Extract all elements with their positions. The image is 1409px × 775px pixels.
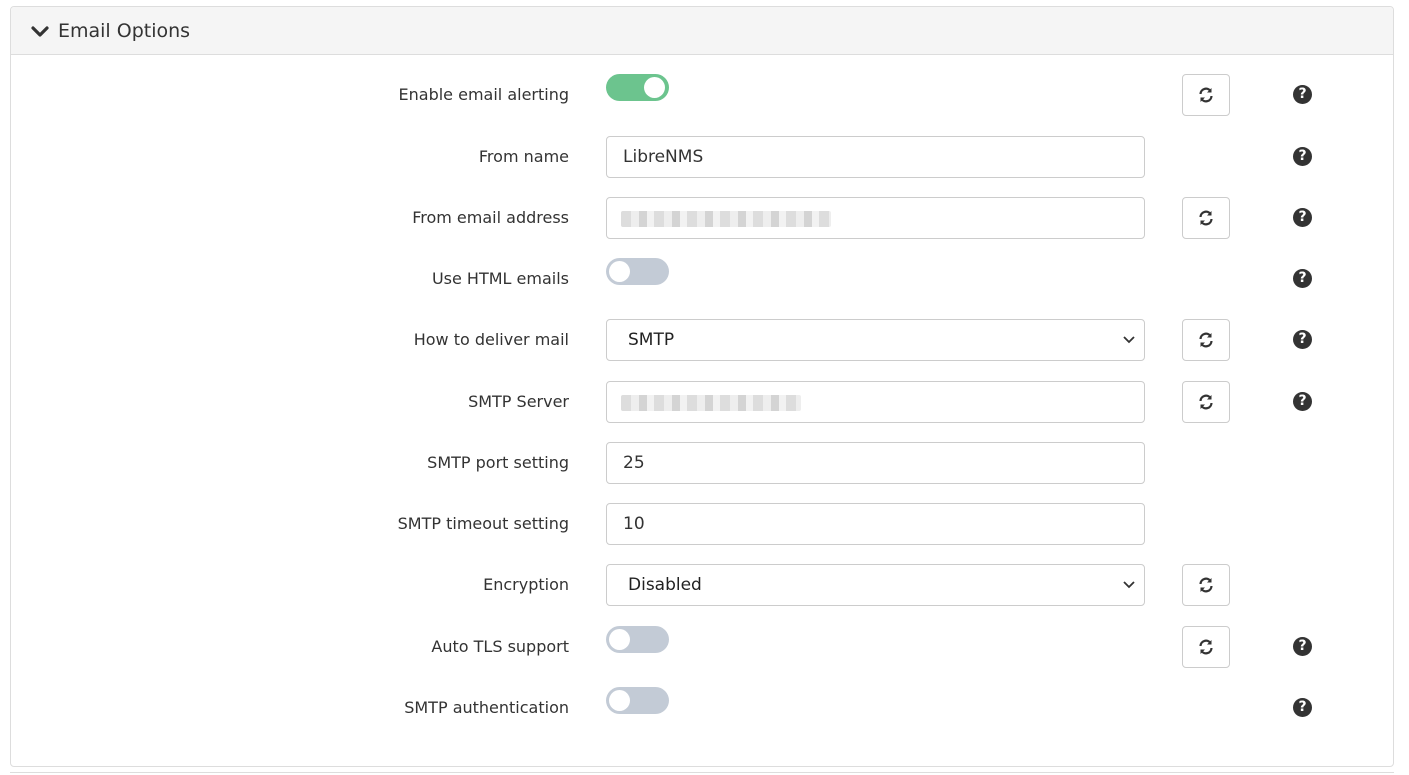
label-smtp-timeout-setting: SMTP timeout setting bbox=[397, 514, 569, 533]
smtp-port-input[interactable]: 25 bbox=[606, 442, 1145, 484]
toggle-knob bbox=[609, 690, 630, 711]
panel-heading[interactable]: Email Options bbox=[11, 7, 1393, 55]
chevron-down-icon[interactable] bbox=[31, 23, 49, 41]
label-smtp-port-setting: SMTP port setting bbox=[427, 453, 569, 472]
use-html-emails-toggle[interactable] bbox=[606, 258, 669, 285]
label-auto-tls-support: Auto TLS support bbox=[431, 637, 569, 656]
refresh-icon bbox=[1199, 639, 1213, 655]
redacted-value bbox=[621, 395, 801, 411]
smtp-server-input[interactable] bbox=[606, 381, 1145, 423]
chevron-down-icon bbox=[1123, 581, 1135, 589]
row-use-html-emails: Use HTML emails ? bbox=[0, 258, 1409, 300]
label-use-html-emails: Use HTML emails bbox=[431, 269, 569, 288]
row-auto-tls-support: Auto TLS support ? bbox=[0, 626, 1409, 668]
label-smtp-authentication: SMTP authentication bbox=[404, 698, 569, 717]
redacted-value bbox=[621, 211, 831, 227]
chevron-down-icon bbox=[1123, 336, 1135, 344]
reset-button[interactable] bbox=[1182, 381, 1230, 423]
label-smtp-server: SMTP Server bbox=[468, 392, 569, 411]
refresh-icon bbox=[1199, 394, 1213, 410]
label-from-email-address: From email address bbox=[412, 208, 569, 227]
question-circle-icon[interactable]: ? bbox=[1293, 147, 1312, 166]
deliver-mail-select[interactable]: SMTP bbox=[606, 319, 1145, 361]
row-from-name: From name LibreNMS ? bbox=[0, 136, 1409, 178]
reset-button[interactable] bbox=[1182, 74, 1230, 116]
toggle-knob bbox=[644, 77, 665, 98]
reset-button[interactable] bbox=[1182, 626, 1230, 668]
question-circle-icon[interactable]: ? bbox=[1293, 392, 1312, 411]
row-how-to-deliver-mail: How to deliver mail SMTP ? bbox=[0, 319, 1409, 361]
label-from-name: From name bbox=[478, 147, 569, 166]
reset-button[interactable] bbox=[1182, 197, 1230, 239]
row-enable-email-alerting: Enable email alerting ? bbox=[0, 74, 1409, 116]
question-circle-icon[interactable]: ? bbox=[1293, 330, 1312, 349]
label-encryption: Encryption bbox=[483, 575, 569, 594]
question-circle-icon[interactable]: ? bbox=[1293, 698, 1312, 717]
toggle-knob bbox=[609, 261, 630, 282]
enable-email-alerting-toggle[interactable] bbox=[606, 74, 669, 101]
refresh-icon bbox=[1199, 87, 1213, 103]
question-circle-icon[interactable]: ? bbox=[1293, 208, 1312, 227]
selected-value: SMTP bbox=[628, 330, 675, 350]
toggle-knob bbox=[609, 629, 630, 650]
from-email-address-input[interactable] bbox=[606, 197, 1145, 239]
refresh-icon bbox=[1199, 577, 1213, 593]
from-name-input[interactable]: LibreNMS bbox=[606, 136, 1145, 178]
smtp-authentication-toggle[interactable] bbox=[606, 687, 669, 714]
refresh-icon bbox=[1199, 210, 1213, 226]
question-circle-icon[interactable]: ? bbox=[1293, 269, 1312, 288]
encryption-select[interactable]: Disabled bbox=[606, 564, 1145, 606]
row-from-email-address: From email address ? bbox=[0, 197, 1409, 239]
panel-title: Email Options bbox=[58, 20, 191, 42]
label-how-to-deliver-mail: How to deliver mail bbox=[413, 330, 569, 349]
row-smtp-authentication: SMTP authentication ? bbox=[0, 687, 1409, 729]
label-enable-email-alerting: Enable email alerting bbox=[398, 85, 569, 104]
row-smtp-server: SMTP Server ? bbox=[0, 381, 1409, 423]
question-circle-icon[interactable]: ? bbox=[1293, 85, 1312, 104]
refresh-icon bbox=[1199, 332, 1213, 348]
selected-value: Disabled bbox=[628, 575, 702, 595]
question-circle-icon[interactable]: ? bbox=[1293, 637, 1312, 656]
auto-tls-toggle[interactable] bbox=[606, 626, 669, 653]
row-smtp-timeout-setting: SMTP timeout setting 10 bbox=[0, 503, 1409, 545]
row-encryption: Encryption Disabled bbox=[0, 564, 1409, 606]
smtp-timeout-input[interactable]: 10 bbox=[606, 503, 1145, 545]
reset-button[interactable] bbox=[1182, 564, 1230, 606]
row-smtp-port-setting: SMTP port setting 25 bbox=[0, 442, 1409, 484]
reset-button[interactable] bbox=[1182, 319, 1230, 361]
divider bbox=[10, 772, 1394, 773]
